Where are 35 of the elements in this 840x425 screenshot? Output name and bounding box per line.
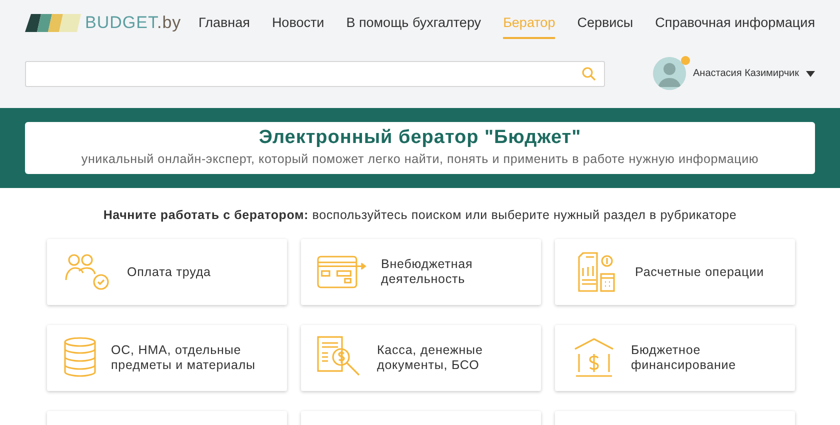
logo-text[interactable]: BUDGET.by [85, 10, 182, 36]
report-chart-icon [576, 252, 616, 292]
nav-link[interactable]: Новости [272, 13, 324, 39]
section-card[interactable] [555, 410, 795, 425]
bank-icon [574, 338, 614, 378]
section-card[interactable]: ОС, НМА, отдельные предметы и материалы [47, 324, 287, 391]
nav-link[interactable]: Сервисы [577, 13, 634, 39]
section-card[interactable] [47, 410, 287, 425]
section-label: Оплата труда [127, 264, 211, 279]
section-label: ОС, НМА, отдельные предметы и материалы [111, 343, 256, 372]
section-card[interactable]: Оплата труда [47, 238, 287, 305]
section-card[interactable]: Расчетные операции [555, 238, 795, 305]
logo-icon[interactable] [25, 14, 81, 32]
section-label: Расчетные операции [635, 264, 764, 279]
nav-link[interactable]: В помощь бухгалтеру [346, 13, 482, 39]
caret-icon[interactable] [806, 70, 815, 76]
section-card[interactable]: Внебюджетная деятельность [301, 238, 541, 305]
section-label: Внебюджетная деятельность [381, 257, 474, 286]
intro-text: Начните работать с бератором: воспользуйтесь поиском или выберите нужный раздел в рубрикаторе [103, 207, 737, 224]
user-name[interactable]: Анастасия Казимирчик [693, 66, 799, 81]
section-card[interactable] [301, 410, 541, 425]
credit-card-icon [317, 254, 367, 289]
hero-subtitle: уникальный онлайн-эксперт, который поможет легко найти, понять и применить в работе нужную информацию [81, 151, 759, 168]
hero-title: Электронный бератор "Бюджет" [258, 127, 582, 150]
people-icon [65, 252, 111, 291]
avatar[interactable] [653, 57, 686, 90]
section-label: Бюджетное финансирование [630, 343, 737, 372]
coin-stack-icon [63, 336, 97, 379]
section-card[interactable]: Бюджетное финансирование [555, 324, 795, 391]
nav-link[interactable]: Справочная информация [655, 13, 815, 39]
nav-link[interactable]: Главная [198, 13, 250, 39]
search-field[interactable] [25, 60, 605, 86]
search-icon[interactable] [582, 66, 596, 80]
section-label: Касса, денежные документы, БСО [377, 343, 484, 372]
section-card[interactable]: Касса, денежные документы, БСО [301, 324, 541, 391]
